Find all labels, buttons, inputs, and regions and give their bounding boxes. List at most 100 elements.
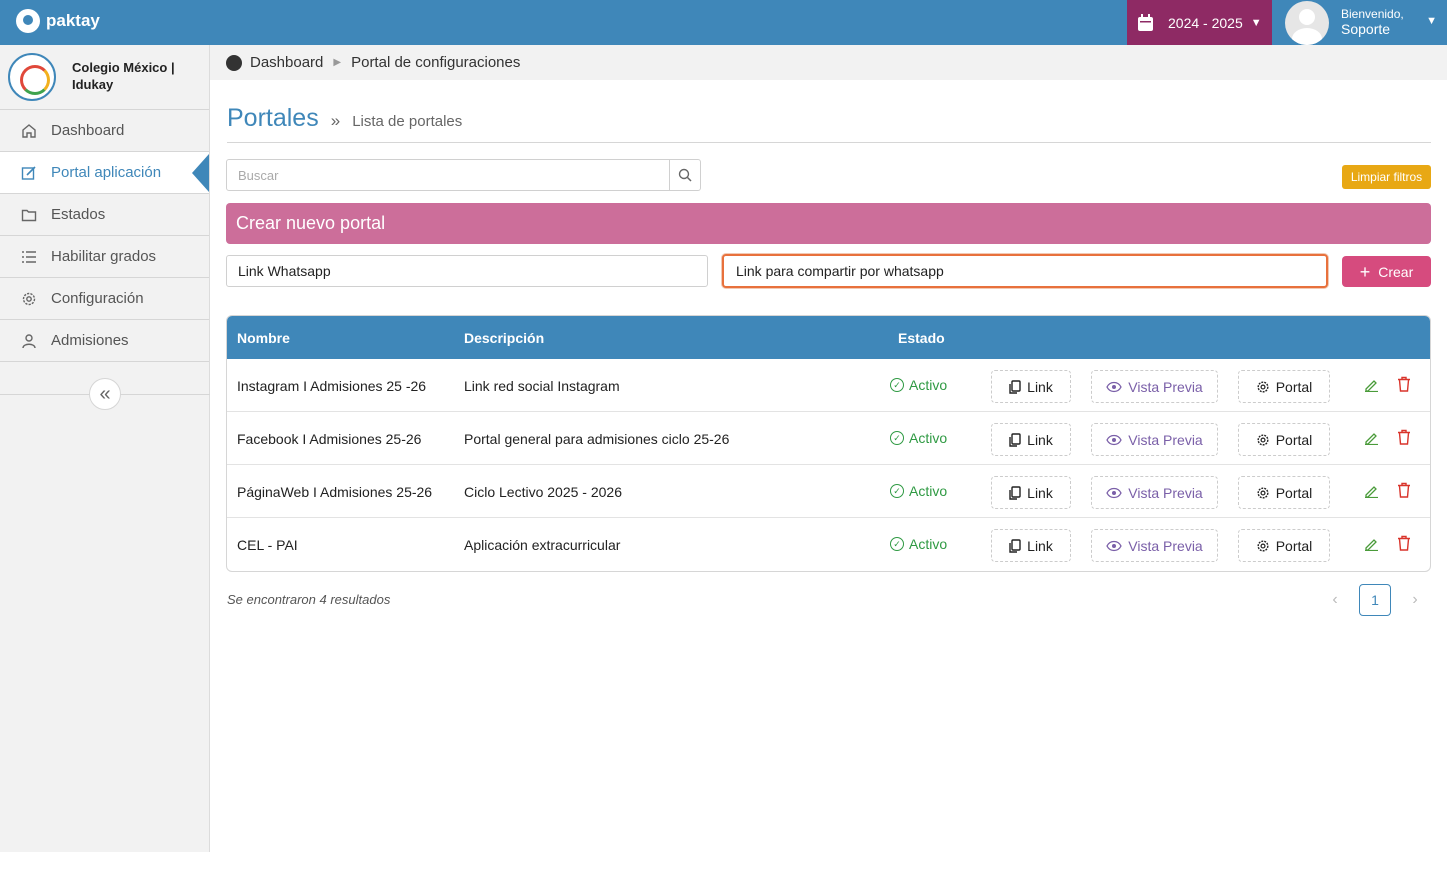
copy-link-button[interactable]: Link	[991, 529, 1071, 562]
preview-button[interactable]: Vista Previa	[1091, 476, 1218, 509]
sidebar-item-label: Dashboard	[51, 122, 125, 139]
portal-label: Portal	[1275, 378, 1313, 395]
search-input[interactable]	[227, 160, 669, 190]
welcome-text: Bienvenido,	[1341, 6, 1404, 21]
user-name: Soporte	[1341, 21, 1391, 38]
chevron-right-icon[interactable]: ›	[1403, 591, 1427, 609]
copy-icon	[1009, 538, 1021, 553]
portal-description: Portal general para admisiones ciclo 25-…	[464, 431, 730, 447]
status-text: Activo	[909, 536, 948, 552]
new-portal-name-input[interactable]	[226, 255, 708, 287]
check-circle-icon: ✓	[890, 537, 904, 551]
preview-label: Vista Previa	[1128, 484, 1203, 501]
user-menu[interactable]: Bienvenido, Soporte ▼	[1283, 0, 1447, 45]
school-logo	[8, 53, 56, 101]
check-circle-icon: ✓	[890, 378, 904, 392]
status-badge: ✓ Activo	[890, 483, 947, 499]
sidebar-item-estados[interactable]: Estados	[0, 194, 209, 236]
edit-icon[interactable]	[1364, 377, 1379, 396]
sidebar-item-admisiones[interactable]: Admisiones	[0, 320, 209, 362]
check-circle-icon: ✓	[890, 484, 904, 498]
edit-icon[interactable]	[1364, 536, 1379, 555]
status-badge: ✓ Activo	[890, 536, 947, 552]
copy-link-button[interactable]: Link	[991, 423, 1071, 456]
create-button-label: Crear	[1378, 263, 1414, 280]
gear-icon	[1257, 539, 1269, 552]
status-badge: ✓ Activo	[890, 430, 947, 446]
portal-settings-button[interactable]: Portal	[1238, 476, 1330, 509]
search-button[interactable]	[669, 160, 700, 190]
portal-description: Aplicación extracurricular	[464, 537, 621, 553]
collapse-sidebar-button[interactable]: «	[89, 378, 121, 410]
eye-icon	[1106, 487, 1122, 498]
portal-settings-button[interactable]: Portal	[1238, 370, 1330, 403]
gear-icon	[20, 290, 38, 308]
chevron-right-icon: ▶	[333, 57, 342, 68]
link-label: Link	[1027, 484, 1053, 501]
portals-table: Nombre Descripción Estado Instagram I Ad…	[226, 315, 1431, 572]
app-logo[interactable]: paktay	[16, 9, 100, 33]
page-number[interactable]: 1	[1359, 584, 1391, 616]
plus-icon: +	[1359, 261, 1371, 282]
results-count: Se encontraron 4 resultados	[227, 592, 391, 607]
column-header-status: Estado	[898, 330, 945, 346]
sidebar-item-label: Portal aplicación	[51, 164, 162, 181]
list-icon	[20, 248, 38, 266]
check-circle-icon: ✓	[890, 431, 904, 445]
link-label: Link	[1027, 431, 1053, 448]
copy-link-button[interactable]: Link	[991, 476, 1071, 509]
edit-icon[interactable]	[1364, 483, 1379, 502]
trash-icon[interactable]	[1397, 482, 1411, 498]
preview-button[interactable]: Vista Previa	[1091, 423, 1218, 456]
portal-settings-button[interactable]: Portal	[1238, 423, 1330, 456]
logo-text: paktay	[46, 11, 100, 30]
link-label: Link	[1027, 378, 1053, 395]
link-label: Link	[1027, 537, 1053, 554]
trash-icon[interactable]	[1397, 376, 1411, 392]
edit-icon	[20, 164, 38, 182]
portal-label: Portal	[1275, 537, 1313, 554]
school-year-label: 2024 - 2025	[1168, 14, 1243, 31]
create-button[interactable]: + Crear	[1342, 256, 1431, 287]
copy-icon	[1009, 485, 1021, 500]
sidebar-item-label: Estados	[51, 206, 106, 223]
folder-icon	[20, 206, 38, 224]
sidebar-item-habilitar-grados[interactable]: Habilitar grados	[0, 236, 209, 278]
create-portal-title: Crear nuevo portal	[236, 213, 386, 233]
preview-button[interactable]: Vista Previa	[1091, 370, 1218, 403]
caret-down-icon: ▼	[1250, 16, 1262, 29]
sidebar-item-dashboard[interactable]: Dashboard	[0, 110, 209, 152]
preview-button[interactable]: Vista Previa	[1091, 529, 1218, 562]
new-portal-description-input[interactable]	[722, 254, 1328, 288]
search-box	[226, 159, 701, 191]
chevron-left-icon[interactable]: ‹	[1323, 591, 1347, 609]
sidebar-item-label: Admisiones	[51, 332, 129, 349]
portal-description: Link red social Instagram	[464, 378, 620, 394]
gear-icon	[1257, 380, 1269, 393]
portal-description: Ciclo Lectivo 2025 - 2026	[464, 484, 622, 500]
school-name: Colegio México | Idukay	[72, 60, 175, 92]
page-header: Portales » Lista de portales	[227, 104, 1431, 143]
school-year-selector[interactable]: 2024 - 2025 ▼	[1127, 0, 1272, 45]
gear-icon	[1257, 433, 1269, 446]
table-row: CEL - PAI Aplicación extracurricular ✓ A…	[227, 518, 1430, 571]
eye-icon	[1106, 434, 1122, 445]
preview-label: Vista Previa	[1128, 537, 1203, 554]
eye-icon	[1106, 381, 1122, 392]
edit-icon[interactable]	[1364, 430, 1379, 449]
page-subtitle: Lista de portales	[352, 113, 463, 130]
breadcrumb: Dashboard ▶ Portal de configuraciones	[210, 45, 1447, 80]
breadcrumb-home[interactable]: Dashboard	[250, 54, 323, 71]
clear-filters-button[interactable]: Limpiar filtros	[1342, 165, 1431, 189]
trash-icon[interactable]	[1397, 535, 1411, 551]
sidebar-item-portal-aplicacion[interactable]: Portal aplicación	[0, 152, 209, 194]
sidebar-item-configuracion[interactable]: Configuración	[0, 278, 209, 320]
create-portal-header: Crear nuevo portal	[226, 203, 1431, 244]
copy-link-button[interactable]: Link	[991, 370, 1071, 403]
sidebar-item-label: Habilitar grados	[51, 248, 157, 265]
trash-icon[interactable]	[1397, 429, 1411, 445]
table-row: Instagram I Admisiones 25 -26 Link red s…	[227, 359, 1430, 412]
portal-name: CEL - PAI	[237, 537, 298, 553]
portal-label: Portal	[1275, 431, 1313, 448]
portal-settings-button[interactable]: Portal	[1238, 529, 1330, 562]
